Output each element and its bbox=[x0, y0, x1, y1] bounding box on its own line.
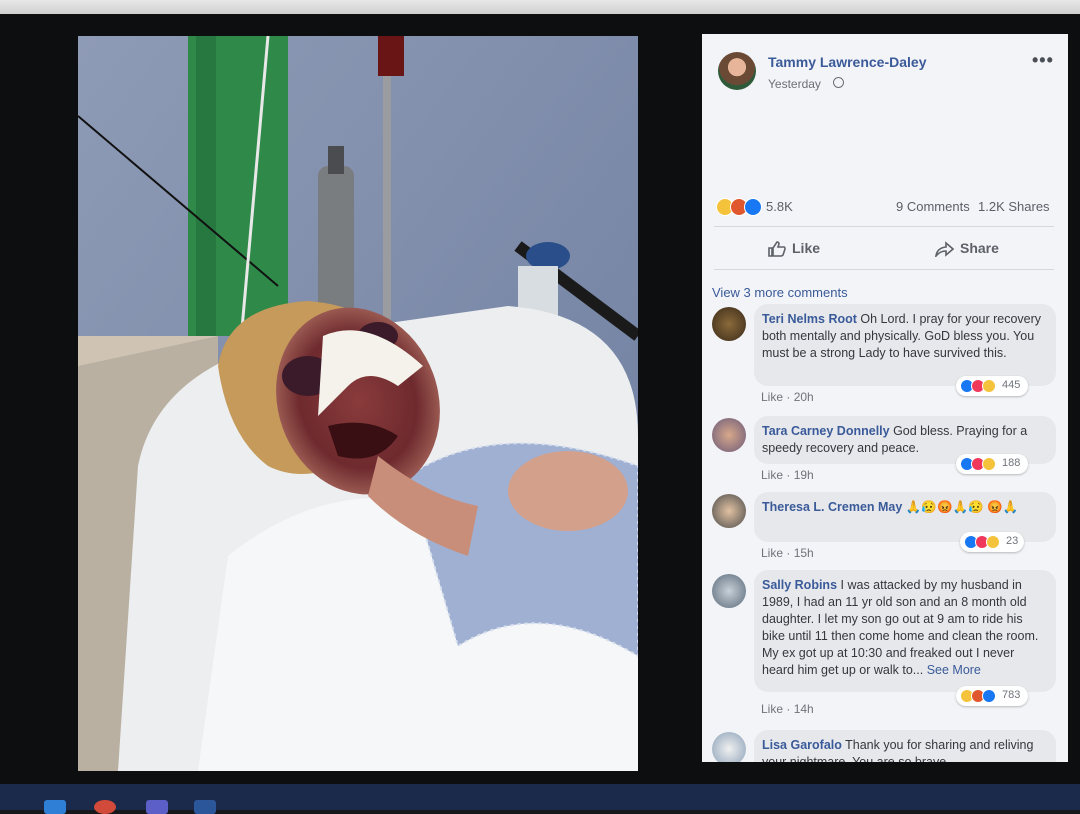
divider bbox=[714, 226, 1054, 227]
author-avatar[interactable] bbox=[718, 52, 756, 90]
comment-meta: Like · 19h bbox=[761, 468, 814, 482]
teams-taskbar-icon[interactable] bbox=[146, 800, 168, 814]
commenter-avatar[interactable] bbox=[712, 494, 746, 528]
comment-age[interactable]: 14h bbox=[794, 702, 814, 716]
post-side-panel: Tammy Lawrence-Daley Yesterday ••• 5.8K … bbox=[702, 34, 1068, 762]
sad-reaction-icon bbox=[982, 379, 996, 393]
post-timestamp[interactable]: Yesterday bbox=[768, 77, 821, 91]
comment-reaction-count: 445 bbox=[1002, 379, 1021, 391]
comment-reaction-count: 188 bbox=[1002, 457, 1021, 469]
sad-reaction-icon bbox=[982, 457, 996, 471]
comment-text: I was attacked by my husband in 1989, I … bbox=[762, 578, 1039, 677]
reactions-summary[interactable]: 5.8K 9 Comments 1.2K Shares bbox=[716, 194, 1056, 218]
hospital-photo-image bbox=[78, 36, 638, 771]
more-options-icon[interactable]: ••• bbox=[1032, 50, 1054, 71]
word-taskbar-icon[interactable] bbox=[194, 800, 216, 814]
comment-reactions[interactable]: 23 bbox=[960, 532, 1024, 552]
comment-like-link[interactable]: Like bbox=[761, 702, 783, 716]
share-arrow-icon bbox=[935, 241, 954, 257]
see-more-link[interactable]: See More bbox=[927, 663, 981, 677]
commenter-name[interactable]: Teri Nelms Root bbox=[762, 312, 857, 326]
post-photo[interactable] bbox=[78, 36, 638, 771]
commenter-avatar[interactable] bbox=[712, 307, 746, 341]
browser-taskbar-icon[interactable] bbox=[94, 800, 116, 814]
like-reaction-icon bbox=[744, 198, 762, 216]
comment-age[interactable]: 19h bbox=[794, 468, 814, 482]
wow-reaction-icon bbox=[986, 535, 1000, 549]
commenter-avatar[interactable] bbox=[712, 732, 746, 762]
browser-top-strip bbox=[0, 0, 1080, 14]
comment-age[interactable]: 20h bbox=[794, 390, 814, 404]
commenter-name[interactable]: Lisa Garofalo bbox=[762, 738, 842, 752]
commenter-name[interactable]: Theresa L. Cremen May bbox=[762, 500, 902, 514]
like-thumb-icon bbox=[768, 241, 786, 257]
reaction-count: 5.8K bbox=[766, 199, 793, 214]
globe-icon bbox=[833, 77, 844, 88]
like-reaction-icon bbox=[982, 689, 996, 703]
commenter-name[interactable]: Tara Carney Donnelly bbox=[762, 424, 890, 438]
divider bbox=[714, 269, 1054, 270]
commenter-avatar[interactable] bbox=[712, 418, 746, 452]
view-more-comments-link[interactable]: View 3 more comments bbox=[712, 285, 848, 300]
share-button[interactable]: Share bbox=[960, 240, 999, 256]
comment-like-link[interactable]: Like bbox=[761, 546, 783, 560]
comment-like-link[interactable]: Like bbox=[761, 468, 783, 482]
comment-age[interactable]: 15h bbox=[794, 546, 814, 560]
comment-meta: Like · 20h bbox=[761, 390, 814, 404]
comment-meta: Like · 14h bbox=[761, 702, 814, 716]
comment-bubble: Lisa Garofalo Thank you for sharing and … bbox=[754, 730, 1056, 762]
comment-text: 🙏😥😡🙏😥 😡🙏 bbox=[905, 500, 1019, 514]
like-button[interactable]: Like bbox=[792, 240, 820, 256]
post-header: Tammy Lawrence-Daley Yesterday ••• bbox=[702, 34, 1068, 104]
shares-count[interactable]: 1.2K Shares bbox=[978, 199, 1050, 214]
comment-like-link[interactable]: Like bbox=[761, 390, 783, 404]
commenter-avatar[interactable] bbox=[712, 574, 746, 608]
comments-count[interactable]: 9 Comments bbox=[896, 199, 970, 214]
comment-reaction-count: 783 bbox=[1002, 689, 1021, 701]
commenter-name[interactable]: Sally Robins bbox=[762, 578, 837, 592]
explorer-taskbar-icon[interactable] bbox=[44, 800, 66, 814]
comment-reaction-count: 23 bbox=[1006, 535, 1019, 547]
comment-bubble: Sally Robins I was attacked by my husban… bbox=[754, 570, 1056, 692]
comment-reactions[interactable]: 783 bbox=[956, 686, 1028, 706]
comment-bubble: Teri Nelms Root Oh Lord. I pray for your… bbox=[754, 304, 1056, 386]
author-name[interactable]: Tammy Lawrence-Daley bbox=[768, 54, 926, 70]
comment-reactions[interactable]: 188 bbox=[956, 454, 1028, 474]
comment-meta: Like · 15h bbox=[761, 546, 814, 560]
comment-reactions[interactable]: 445 bbox=[956, 376, 1028, 396]
